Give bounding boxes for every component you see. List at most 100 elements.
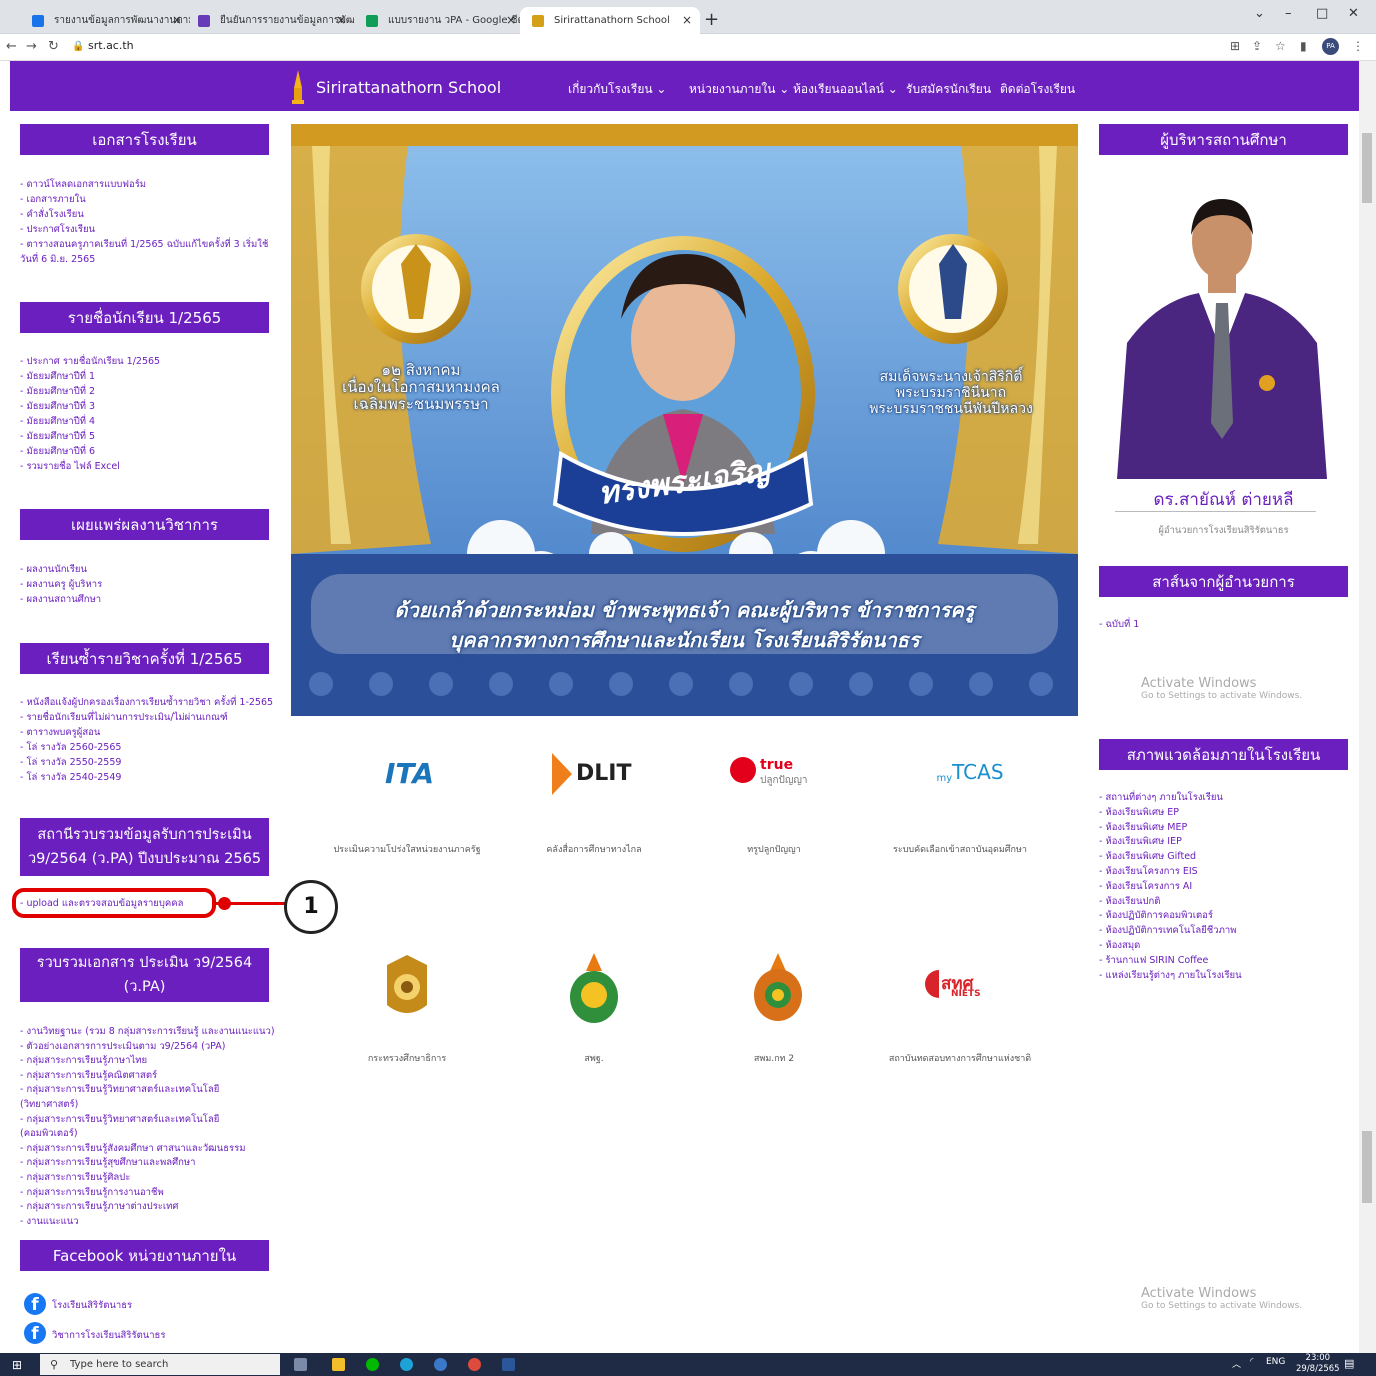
forward-icon[interactable]: → (26, 39, 37, 54)
link-label-tcas[interactable]: ระบบคัดเลือกเข้าสถาบันอุดมศึกษา (860, 842, 1060, 856)
nav-online-class[interactable]: ห้องเรียนออนไลน์ ⌄ (793, 80, 898, 99)
sidebar-link[interactable]: - ห้องเรียนพิเศษ Gifted (1099, 850, 1349, 865)
sidebar-link[interactable]: - ร้านกาแฟ SIRIN Coffee (1099, 954, 1349, 969)
scrollbar-thumb[interactable] (1362, 1131, 1372, 1203)
sidebar-link[interactable]: - โล่ รางวัล 2550-2559 (20, 755, 275, 770)
sidebar-link[interactable]: - กลุ่มสาระการเรียนรู้คณิตศาสตร์ (20, 1069, 275, 1084)
sidebar-link[interactable]: - กลุ่มสาระการเรียนรู้ภาษาต่างประเทศ (20, 1200, 275, 1215)
sidebar-link[interactable]: - ห้องเรียนโครงการ AI (1099, 880, 1349, 895)
new-tab-icon[interactable]: + (704, 9, 719, 30)
clock[interactable]: 23:00 29/8/2565 (1296, 1353, 1340, 1375)
facebook-icon[interactable]: f (24, 1322, 46, 1344)
sidebar-link[interactable]: - ห้องเรียนโครงการ EIS (1099, 865, 1349, 880)
sidebar-link[interactable]: - กลุ่มสาระการเรียนรู้ศิลปะ (20, 1171, 275, 1186)
link-label-ita[interactable]: ประเมินความโปร่งใสหน่วยงานภาครัฐ (307, 842, 507, 856)
sidebar-link[interactable]: - มัธยมศึกษาปีที่ 6 (20, 444, 275, 459)
sidebar-link[interactable]: - งานวิทยฐานะ (รวม 8 กลุ่มสาระการเรียนรู… (20, 1025, 275, 1040)
facebook-link[interactable]: วิชาการโรงเรียนสิริรัตนาธร (52, 1328, 165, 1343)
sidebar-link[interactable]: - รวมรายชื่อ ไฟล์ Excel (20, 459, 275, 474)
windows-start-icon[interactable]: ⊞ (12, 1358, 26, 1372)
sidebar-link[interactable]: - โล่ รางวัล 2560-2565 (20, 740, 275, 755)
chrome-profile-icon[interactable] (434, 1358, 447, 1371)
sidebar-link[interactable]: - ห้องเรียนพิเศษ IEP (1099, 835, 1349, 850)
page-scrollbar[interactable] (1359, 61, 1376, 1353)
ita-logo[interactable]: ITA (372, 757, 447, 790)
nav-admission[interactable]: รับสมัครนักเรียน (906, 80, 991, 99)
sidebar-link[interactable]: - กลุ่มสาระการเรียนรู้สุขศึกษาและพลศึกษา (20, 1156, 275, 1171)
sidebar-link[interactable]: - มัธยมศึกษาปีที่ 2 (20, 384, 275, 399)
sidebar-link[interactable]: - ตัวอย่างเอกสารการประเมินตาม ว9/2564 (ว… (20, 1040, 275, 1055)
sidebar-link[interactable]: - ห้องเรียนพิเศษ MEP (1099, 821, 1349, 836)
link-label-secondary-area[interactable]: สพม.กท 2 (674, 1051, 874, 1065)
sidebar-link[interactable]: - มัธยมศึกษาปีที่ 5 (20, 429, 275, 444)
task-view-icon[interactable] (294, 1358, 307, 1371)
file-explorer-icon[interactable] (332, 1358, 345, 1371)
facebook-link[interactable]: โรงเรียนสิริรัตนาธร (52, 1298, 132, 1313)
maximize-icon[interactable]: □ (1316, 6, 1328, 21)
browser-tab[interactable]: ยืนยันการรายงานข้อมูลการพัฒนางาน × (186, 7, 354, 34)
tab-close-icon[interactable]: × (172, 7, 182, 34)
side-panel-icon[interactable]: ▮ (1300, 39, 1307, 53)
sidebar-link[interactable]: - แหล่งเรียนรู้ต่างๆ ภายในโรงเรียน (1099, 969, 1349, 984)
link-label-true[interactable]: ทรูปลูกปัญญา (674, 842, 874, 856)
notification-icon[interactable]: ▤ (1344, 1357, 1354, 1370)
mytcas-logo[interactable]: myTCAS (925, 760, 1015, 784)
sidebar-link[interactable]: - ผลงานสถานศึกษา (20, 592, 275, 607)
menu-kebab-icon[interactable]: ⋮ (1352, 39, 1364, 53)
scrollbar-thumb[interactable] (1362, 133, 1372, 203)
browser-tab[interactable]: รายงานข้อมูลการพัฒนางานตามข้อตก × (20, 7, 190, 34)
sidebar-link[interactable]: - ฉบับที่ 1 (1099, 618, 1349, 633)
sidebar-link[interactable]: - หนังสือแจ้งผู้ปกครองเรื่องการเรียนซ้ำร… (20, 695, 275, 710)
sidebar-link[interactable]: - กลุ่มสาระการเรียนรู้สังคมศึกษา ศาสนาแล… (20, 1142, 275, 1157)
edge-browser-icon[interactable] (400, 1358, 413, 1371)
niets-logo[interactable]: สทศ NIETS (925, 970, 1005, 1002)
sidebar-link[interactable]: - มัธยมศึกษาปีที่ 1 (20, 369, 275, 384)
taskbar-search-field[interactable]: ⚲ Type here to search (40, 1354, 280, 1375)
share-icon[interactable]: ⇪ (1252, 39, 1262, 53)
sidebar-link[interactable]: - กลุ่มสาระการเรียนรู้วิทยาศาสตร์และเทคโ… (20, 1083, 275, 1112)
input-language[interactable]: ENG (1266, 1357, 1285, 1367)
network-icon[interactable]: ◜ (1250, 1357, 1254, 1367)
profile-avatar[interactable]: PA (1322, 38, 1339, 55)
back-icon[interactable]: ← (6, 39, 17, 54)
sidebar-link[interactable]: - ผลงานครู ผู้บริหาร (20, 577, 275, 592)
minimize-icon[interactable]: – (1285, 6, 1292, 21)
sidebar-link[interactable]: - โล่ รางวัล 2540-2549 (20, 770, 275, 785)
sidebar-link[interactable]: - มัธยมศึกษาปีที่ 4 (20, 414, 275, 429)
sidebar-link[interactable]: - สถานที่ต่างๆ ภายในโรงเรียน (1099, 791, 1349, 806)
sidebar-link[interactable]: - ดาวน์โหลดเอกสารแบบฟอร์ม (20, 177, 275, 192)
sidebar-link[interactable]: - คำสั่งโรงเรียน (20, 207, 275, 222)
sidebar-link[interactable]: - กลุ่มสาระการเรียนรู้การงานอาชีพ (20, 1186, 275, 1201)
chrome-browser-icon[interactable] (468, 1358, 481, 1371)
word-app-icon[interactable] (502, 1358, 515, 1371)
sidebar-link[interactable]: - ห้องปฏิบัติการคอมพิวเตอร์ (1099, 909, 1349, 924)
tray-chevron-icon[interactable]: ︿ (1232, 1357, 1241, 1370)
sidebar-link[interactable]: - งานแนะแนว (20, 1215, 275, 1230)
link-label-moe[interactable]: กระทรวงศึกษาธิการ (307, 1051, 507, 1065)
sidebar-link[interactable]: - ประกาศโรงเรียน (20, 222, 275, 237)
link-label-dlit[interactable]: คลังสื่อการศึกษาทางไกล (494, 842, 694, 856)
sidebar-link[interactable]: - ตารางพบครูผู้สอน (20, 725, 275, 740)
sidebar-link[interactable]: - เอกสารภายใน (20, 192, 275, 207)
secondary-area-crest-icon[interactable] (750, 953, 806, 1025)
sidebar-link[interactable]: - กลุ่มสาระการเรียนรู้ภาษาไทย (20, 1054, 275, 1069)
close-window-icon[interactable]: ✕ (1348, 6, 1359, 21)
true-logo[interactable]: true ปลูกปัญญา (730, 757, 840, 793)
nav-about[interactable]: เกี่ยวกับโรงเรียน ⌄ (568, 80, 666, 99)
sidebar-link[interactable]: - มัธยมศึกษาปีที่ 3 (20, 399, 275, 414)
chevron-down-icon[interactable]: ⌄ (1254, 6, 1265, 21)
sidebar-link[interactable]: - ห้องปฏิบัติการเทคโนโลยีชีวภาพ (1099, 924, 1349, 939)
bookmark-star-icon[interactable]: ☆ (1275, 39, 1286, 53)
sidebar-link[interactable]: - ตารางสอนครูภาคเรียนที่ 1/2565 ฉบับแก้ไ… (20, 237, 275, 267)
obec-crest-icon[interactable] (566, 953, 622, 1025)
tab-close-icon[interactable]: × (506, 7, 516, 34)
browser-tab[interactable]: แบบรายงาน วPA - Google ชีต × (354, 7, 524, 34)
tab-close-icon[interactable]: × (682, 7, 692, 34)
browser-tab-active[interactable]: Sirirattanathorn School × (520, 7, 700, 34)
sidebar-link[interactable]: - ห้องสมุด (1099, 939, 1349, 954)
sidebar-link[interactable]: - ประกาศ รายชื่อนักเรียน 1/2565 (20, 354, 275, 369)
translate-icon[interactable]: ⊞ (1230, 39, 1240, 53)
url-field[interactable]: srt.ac.th (88, 39, 134, 52)
line-app-icon[interactable] (366, 1358, 379, 1371)
sidebar-link[interactable]: - ห้องเรียนปกติ (1099, 895, 1349, 910)
